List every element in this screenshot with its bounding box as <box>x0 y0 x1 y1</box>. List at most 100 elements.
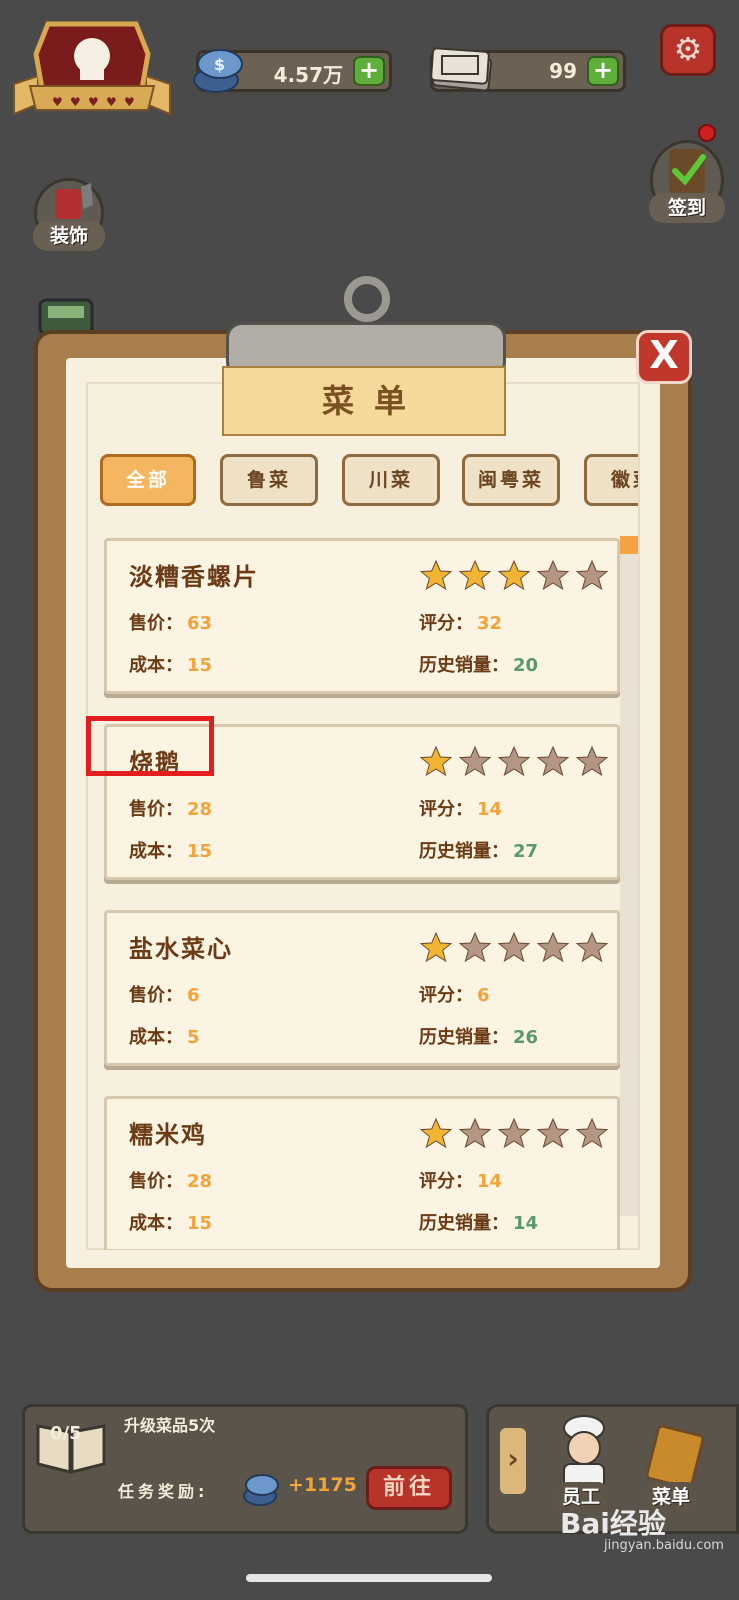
coin-stack-icon <box>240 1468 282 1508</box>
decorate-button[interactable]: 装饰 <box>33 178 105 251</box>
star-filled-icon <box>497 559 531 591</box>
tab-min-yue[interactable]: 闽粤菜 <box>462 454 560 506</box>
svg-text:♥: ♥ <box>70 95 81 109</box>
score-row: 评分： 6 <box>419 981 490 1007</box>
price-label: 售价： <box>129 799 183 820</box>
star-empty-icon <box>536 1117 570 1149</box>
reward-label: 任务奖励: <box>118 1482 209 1501</box>
star-empty-icon <box>497 1117 531 1149</box>
sign-in-button[interactable]: 签到 <box>649 140 725 223</box>
star-empty-icon <box>575 559 609 591</box>
price-row: 售价： 28 <box>129 1167 212 1193</box>
tab-hui[interactable]: 徽菜 <box>584 454 638 506</box>
cost-value: 15 <box>187 841 213 862</box>
star-rating <box>419 931 619 965</box>
star-empty-icon <box>458 1117 492 1149</box>
star-filled-icon <box>458 559 492 591</box>
star-empty-icon <box>497 931 531 963</box>
score-value: 14 <box>477 1171 503 1192</box>
dish-name: 盐水菜心 <box>129 935 233 963</box>
star-empty-icon <box>536 931 570 963</box>
price-label: 售价： <box>129 985 183 1006</box>
staff-chef-icon[interactable] <box>552 1410 616 1490</box>
sign-in-label: 签到 <box>649 193 725 223</box>
price-label: 售价： <box>129 613 183 634</box>
cost-value: 15 <box>187 1213 213 1234</box>
sales-row: 历史销量： 26 <box>419 1023 538 1049</box>
dish-list: 淡糟香螺片 售价： 63 评分： 32 成本： 15 历史销量： 20 烧鹅 售价： 28… <box>100 530 626 1250</box>
sales-label: 历史销量： <box>419 1027 509 1048</box>
dish-card[interactable]: 淡糟香螺片 售价： 63 评分： 32 成本： 15 历史销量： 20 <box>104 538 620 694</box>
checkmark-book-icon <box>669 149 706 193</box>
star-empty-icon <box>536 559 570 591</box>
price-row: 售价： 28 <box>129 795 212 821</box>
sales-label: 历史销量： <box>419 1213 509 1234</box>
settings-gear-icon[interactable]: ⚙ <box>660 24 716 76</box>
open-book-icon <box>34 1412 108 1478</box>
cost-label: 成本： <box>129 1027 183 1048</box>
dish-card[interactable]: 糯米鸡 售价： 28 评分： 14 成本： 15 历史销量： 14 <box>104 1096 620 1250</box>
score-row: 评分： 14 <box>419 1167 502 1193</box>
star-empty-icon <box>458 931 492 963</box>
star-empty-icon <box>458 745 492 777</box>
svg-text:♥: ♥ <box>88 95 99 109</box>
star-empty-icon <box>575 1117 609 1149</box>
cost-row: 成本： 5 <box>129 1023 200 1049</box>
cost-label: 成本： <box>129 655 183 676</box>
close-button[interactable]: X <box>636 330 692 384</box>
sales-row: 历史销量： 20 <box>419 651 538 677</box>
price-value: 6 <box>187 985 200 1006</box>
cost-label: 成本： <box>129 1213 183 1234</box>
star-rating <box>419 745 619 779</box>
clip-ring-icon <box>344 276 390 322</box>
price-value: 28 <box>187 799 213 820</box>
tab-lu[interactable]: 鲁菜 <box>220 454 318 506</box>
dish-name: 淡糟香螺片 <box>129 563 259 591</box>
cost-row: 成本： 15 <box>129 1209 212 1235</box>
price-label: 售价： <box>129 1171 183 1192</box>
add-coins-button[interactable]: + <box>353 56 385 86</box>
go-button[interactable]: 前往 <box>366 1466 452 1510</box>
sales-row: 历史销量： 27 <box>419 837 538 863</box>
score-label: 评分： <box>419 799 473 820</box>
score-value: 32 <box>477 613 503 634</box>
svg-text:$: $ <box>214 55 225 74</box>
add-tickets-button[interactable]: + <box>587 56 619 86</box>
cost-row: 成本： 15 <box>129 837 212 863</box>
cost-value: 5 <box>187 1027 200 1048</box>
ticket-balance: 99 <box>549 59 577 83</box>
coin-balance: 4.57万 <box>273 63 343 87</box>
watermark-site: jingyan.baidu.com <box>604 1538 724 1553</box>
score-label: 评分： <box>419 613 473 634</box>
price-value: 28 <box>187 1171 213 1192</box>
tab-chuan[interactable]: 川菜 <box>342 454 440 506</box>
score-value: 6 <box>477 985 490 1006</box>
score-label: 评分： <box>419 985 473 1006</box>
svg-text:♥: ♥ <box>124 95 135 109</box>
home-indicator[interactable] <box>246 1574 492 1582</box>
star-rating <box>419 559 619 593</box>
star-empty-icon <box>497 745 531 777</box>
dish-card[interactable]: 盐水菜心 售价： 6 评分： 6 成本： 5 历史销量： 26 <box>104 910 620 1066</box>
chef-rank-badge-icon[interactable]: ♥ ♥ ♥ ♥ ♥ <box>8 14 176 124</box>
star-empty-icon <box>575 745 609 777</box>
task-progress: 0/5 <box>50 1423 82 1444</box>
notification-dot-icon <box>698 124 716 142</box>
star-filled-icon <box>419 931 453 963</box>
score-label: 评分： <box>419 1171 473 1192</box>
sales-row: 历史销量： 14 <box>419 1209 538 1235</box>
star-filled-icon <box>419 745 453 777</box>
watermark-brand: Bai经验 <box>560 1507 666 1540</box>
price-row: 售价： 6 <box>129 981 200 1007</box>
cost-row: 成本： 15 <box>129 651 212 677</box>
highlight-box <box>86 716 214 776</box>
tab-all[interactable]: 全部 <box>100 454 196 506</box>
star-filled-icon <box>419 559 453 591</box>
decorate-label: 装饰 <box>33 221 105 251</box>
score-value: 14 <box>477 799 503 820</box>
star-rating <box>419 1117 619 1151</box>
chevron-right-icon[interactable]: › <box>500 1428 526 1494</box>
task-title: 升级菜品5次 <box>124 1416 216 1435</box>
cost-value: 15 <box>187 655 213 676</box>
star-empty-icon <box>536 745 570 777</box>
